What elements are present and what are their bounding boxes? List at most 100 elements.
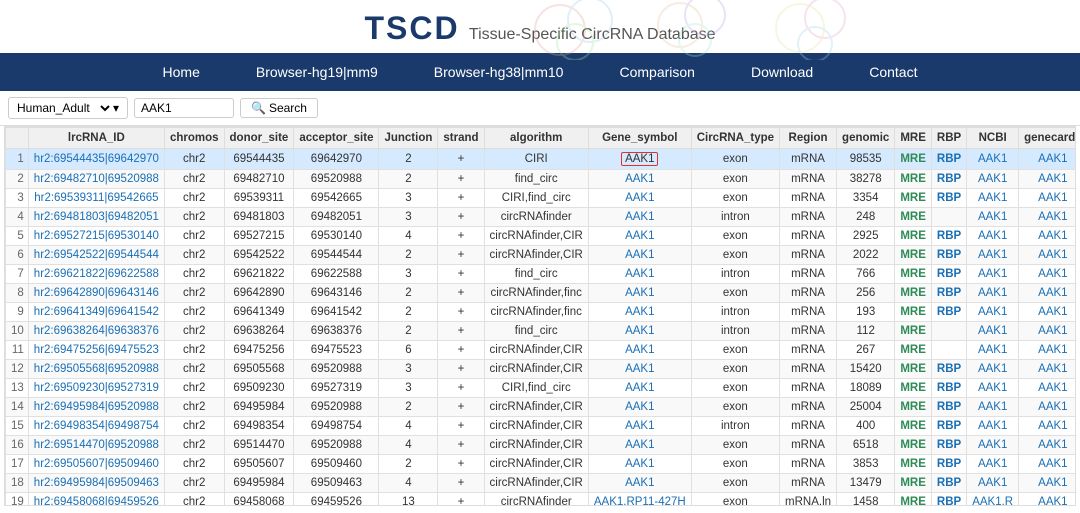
mre-link[interactable]: MRE [900,363,926,375]
search-button[interactable]: 🔍 Search [240,98,318,118]
gene-symbol[interactable]: AAK1 [588,149,691,170]
circrna-id[interactable]: hr2:69509230|69527319 [28,379,164,398]
genecards-link[interactable]: AAK1 [1038,363,1067,375]
mre-link[interactable]: MRE [900,211,926,223]
gene-symbol-link[interactable]: AAK1 [625,477,654,489]
ncbi-link[interactable]: AAK1 [978,230,1007,242]
circrna-id[interactable]: hr2:69527215|69530140 [28,227,164,246]
rbp[interactable] [931,341,966,360]
genecards-link[interactable]: AAK1 [1038,306,1067,318]
ncbi-link[interactable]: AAK1 [978,401,1007,413]
rbp-link[interactable]: RBP [937,458,961,470]
genecards[interactable]: AAK1 [1019,360,1076,379]
gene-symbol[interactable]: AAK1 [588,398,691,417]
genecards[interactable]: AAK1 [1019,303,1076,322]
genecards[interactable]: AAK1 [1019,170,1076,189]
table-row[interactable]: 1 hr2:69544435|69642970 chr2 69544435 69… [6,149,1077,170]
ncbi-link[interactable]: AAK1 [978,249,1007,261]
table-row[interactable]: 18 hr2:69495984|69509463 chr2 69495984 6… [6,474,1077,493]
genecards-link[interactable]: AAK1 [1038,325,1067,337]
genecards[interactable]: AAK1 [1019,474,1076,493]
gene-symbol-link[interactable]: AAK1 [625,268,654,280]
gene-symbol[interactable]: AAK1 [588,322,691,341]
genecards-link[interactable]: AAK1 [1038,249,1067,261]
species-dropdown[interactable]: Human_AdultHuman_FetalMouse_AdultMouse_F… [13,100,113,116]
genecards-link[interactable]: AAK1 [1038,477,1067,489]
genecards-link[interactable]: AAK1 [1038,173,1067,185]
table-row[interactable]: 4 hr2:69481803|69482051 chr2 69481803 69… [6,208,1077,227]
gene-symbol-link[interactable]: AAK1 [625,458,654,470]
mre[interactable]: MRE [895,189,932,208]
genecards-link[interactable]: AAK1 [1038,496,1067,506]
ncbi[interactable]: AAK1 [967,303,1019,322]
mre-link[interactable]: MRE [900,325,926,337]
mre[interactable]: MRE [895,474,932,493]
genecards[interactable]: AAK1 [1019,284,1076,303]
mre[interactable]: MRE [895,341,932,360]
ncbi[interactable]: AAK1 [967,398,1019,417]
mre[interactable]: MRE [895,284,932,303]
mre-link[interactable]: MRE [900,401,926,413]
circrna-id[interactable]: hr2:69495984|69520988 [28,398,164,417]
table-row[interactable]: 6 hr2:69542522|69544544 chr2 69542522 69… [6,246,1077,265]
genecards-link[interactable]: AAK1 [1038,230,1067,242]
mre-link[interactable]: MRE [900,382,926,394]
genecards-link[interactable]: AAK1 [1038,344,1067,356]
rbp[interactable]: RBP [931,436,966,455]
genecards-link[interactable]: AAK1 [1038,268,1067,280]
circrna-id[interactable]: hr2:69505607|69509460 [28,455,164,474]
genecards[interactable]: AAK1 [1019,149,1076,170]
table-row[interactable]: 14 hr2:69495984|69520988 chr2 69495984 6… [6,398,1077,417]
circrna-id[interactable]: hr2:69481803|69482051 [28,208,164,227]
circrna-id[interactable]: hr2:69642890|69643146 [28,284,164,303]
rbp[interactable]: RBP [931,455,966,474]
table-row[interactable]: 15 hr2:69498354|69498754 chr2 69498354 6… [6,417,1077,436]
gene-symbol[interactable]: AAK1 [588,455,691,474]
mre[interactable]: MRE [895,227,932,246]
gene-symbol[interactable]: AAK1 [588,170,691,189]
circrna-id[interactable]: hr2:69544435|69642970 [28,149,164,170]
rbp-link[interactable]: RBP [937,306,961,318]
genecards-link[interactable]: AAK1 [1038,382,1067,394]
gene-symbol-link[interactable]: AAK1 [625,211,654,223]
rbp-link[interactable]: RBP [937,268,961,280]
rbp[interactable]: RBP [931,417,966,436]
ncbi-link[interactable]: AAK1 [978,325,1007,337]
ncbi[interactable]: AAK1 [967,436,1019,455]
mre[interactable]: MRE [895,493,932,507]
table-row[interactable]: 12 hr2:69505568|69520988 chr2 69505568 6… [6,360,1077,379]
mre-link[interactable]: MRE [900,249,926,261]
ncbi-link[interactable]: AAK1 [978,363,1007,375]
table-row[interactable]: 13 hr2:69509230|69527319 chr2 69509230 6… [6,379,1077,398]
mre[interactable]: MRE [895,455,932,474]
circrna-id[interactable]: hr2:69514470|69520988 [28,436,164,455]
table-row[interactable]: 9 hr2:69641349|69641542 chr2 69641349 69… [6,303,1077,322]
table-row[interactable]: 10 hr2:69638264|69638376 chr2 69638264 6… [6,322,1077,341]
mre[interactable]: MRE [895,417,932,436]
circrna-id[interactable]: hr2:69458068|69459526 [28,493,164,507]
mre-link[interactable]: MRE [900,439,926,451]
ncbi[interactable]: AAK1 [967,246,1019,265]
mre[interactable]: MRE [895,149,932,170]
gene-symbol-link[interactable]: AAK1 [625,382,654,394]
genecards[interactable]: AAK1 [1019,208,1076,227]
mre[interactable]: MRE [895,398,932,417]
rbp-link[interactable]: RBP [937,439,961,451]
gene-symbol[interactable]: AAK1 [588,284,691,303]
rbp-link[interactable]: RBP [937,173,961,185]
gene-symbol-link[interactable]: AAK1 [625,306,654,318]
rbp[interactable] [931,208,966,227]
gene-symbol-link[interactable]: AAK1 [625,439,654,451]
genecards[interactable]: AAK1 [1019,493,1076,507]
ncbi[interactable]: AAK1 [967,360,1019,379]
gene-symbol[interactable]: AAK1 [588,360,691,379]
circrna-id[interactable]: hr2:69495984|69509463 [28,474,164,493]
ncbi[interactable]: AAK1 [967,265,1019,284]
rbp[interactable]: RBP [931,398,966,417]
gene-symbol[interactable]: AAK1 [588,474,691,493]
rbp[interactable]: RBP [931,149,966,170]
circrna-id[interactable]: hr2:69505568|69520988 [28,360,164,379]
gene-symbol-link[interactable]: AAK1 [625,344,654,356]
rbp-link[interactable]: RBP [937,420,961,432]
mre[interactable]: MRE [895,208,932,227]
